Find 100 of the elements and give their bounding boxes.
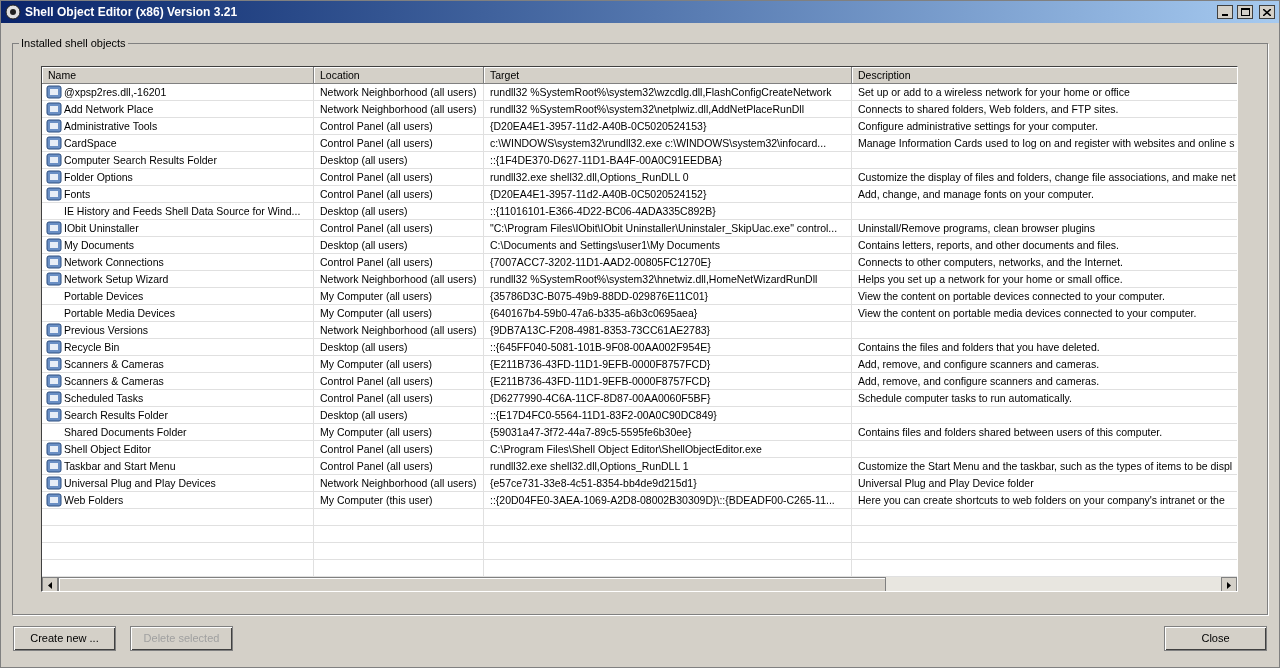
scroll-left-button[interactable] xyxy=(42,577,58,591)
program-icon xyxy=(46,271,62,287)
table-cell[interactable]: Recycle Bin xyxy=(64,339,120,355)
table-cell[interactable]: Portable Devices xyxy=(64,288,144,304)
table-cell-text: {9DB7A13C-F208-4981-8353-73CC61AE2783} xyxy=(490,323,711,338)
group-label: Installed shell objects xyxy=(19,36,128,50)
table-cell-text: Contains files and folders shared between users of this computer. xyxy=(858,425,1163,440)
table-cell[interactable]: Network Connections xyxy=(64,254,164,270)
table-cell-text: {7007ACC7-3202-11D1-AAD2-00805FC1270E} xyxy=(490,255,712,270)
table-cell-text: My Computer (this user) xyxy=(320,493,433,508)
table-cell[interactable]: Previous Versions xyxy=(64,322,149,338)
program-icon xyxy=(46,458,62,474)
column-header[interactable]: Target xyxy=(484,67,852,84)
window-title: Shell Object Editor (x86) Version 3.21 xyxy=(25,4,239,21)
table-cell[interactable]: Shared Documents Folder xyxy=(64,424,187,440)
table-cell-text: ::{20D04FE0-3AEA-1069-A2D8-08002B30309D}\::{BDEADF00-C265-11... xyxy=(490,493,835,508)
table-cell-text: Desktop (all users) xyxy=(320,153,408,168)
table-cell-text: Helps you set up a network for your home or small office. xyxy=(858,272,1123,287)
table-cell-text: Uninstall/Remove programs, clean browser plugins xyxy=(858,221,1095,236)
table-cell[interactable]: Search Results Folder xyxy=(64,407,168,423)
dialog-button[interactable]: Close xyxy=(1164,626,1267,651)
table-cell[interactable]: Scanners & Cameras xyxy=(64,373,164,389)
table-cell[interactable]: Add Network Place xyxy=(64,101,154,117)
table-cell-text: {E211B736-43FD-11D1-9EFB-0000F8757FCD} xyxy=(490,374,711,389)
table-cell[interactable]: Universal Plug and Play Devices xyxy=(64,475,216,491)
table-cell-text: My Computer (all users) xyxy=(320,357,433,372)
table-cell-text: Desktop (all users) xyxy=(320,340,408,355)
table-cell-text: Control Panel (all users) xyxy=(320,459,433,474)
program-icon xyxy=(46,339,62,355)
table-cell-text: Control Panel (all users) xyxy=(320,391,433,406)
dialog-button[interactable]: Create new ... xyxy=(13,626,116,651)
program-icon xyxy=(46,475,62,491)
table-cell-text: Network Neighborhood (all users) xyxy=(320,102,477,117)
table-cell-text: View the content on portable media devices connected to your computer. xyxy=(858,306,1197,321)
program-icon xyxy=(46,254,62,270)
scroll-thumb[interactable] xyxy=(58,577,886,591)
table-cell-text: Desktop (all users) xyxy=(320,204,408,219)
program-icon xyxy=(46,407,62,423)
close-icon xyxy=(1263,8,1271,16)
table-cell-text: ::{645FF040-5081-101B-9F08-00AA002F954E} xyxy=(490,340,711,355)
table-cell[interactable]: IObit Uninstaller xyxy=(64,220,139,236)
table-cell[interactable]: Scanners & Cameras xyxy=(64,356,164,372)
table-cell[interactable]: Portable Media Devices xyxy=(64,305,175,321)
table-cell-text: ::{11016101-E366-4D22-BC06-4ADA335C892B} xyxy=(490,204,716,219)
table-cell-text: Network Neighborhood (all users) xyxy=(320,323,477,338)
table-cell-text: Desktop (all users) xyxy=(320,408,408,423)
program-icon xyxy=(46,322,62,338)
table-cell-text: My Computer (all users) xyxy=(320,289,433,304)
table-cell[interactable]: Network Setup Wizard xyxy=(64,271,169,287)
table-cell-text: Configure administrative settings for your computer. xyxy=(858,119,1098,134)
table-cell-text: Universal Plug and Play Device folder xyxy=(858,476,1034,491)
table-cell-text: Schedule computer tasks to run automatically. xyxy=(858,391,1072,406)
table-cell[interactable]: Computer Search Results Folder xyxy=(64,152,217,168)
right-arrow-icon xyxy=(1227,582,1231,589)
table-cell-text: View the content on portable devices connected to your computer. xyxy=(858,289,1165,304)
column-header[interactable]: Location xyxy=(314,67,484,84)
scroll-right-button[interactable] xyxy=(1221,577,1237,591)
table-cell-text: {640167b4-59b0-47a6-b335-a6b3c0695aea} xyxy=(490,306,698,321)
left-arrow-icon xyxy=(48,582,52,589)
column-header[interactable]: Description xyxy=(852,67,1237,84)
table-cell[interactable]: Web Folders xyxy=(64,492,124,508)
table-cell-text: Control Panel (all users) xyxy=(320,119,433,134)
minimize-button[interactable] xyxy=(1217,5,1233,19)
table-cell[interactable]: Folder Options xyxy=(64,169,133,185)
table-cell-text: Control Panel (all users) xyxy=(320,221,433,236)
column-header[interactable]: Name xyxy=(42,67,314,84)
table-cell[interactable]: Scheduled Tasks xyxy=(64,390,144,406)
close-window-button[interactable] xyxy=(1259,5,1275,19)
table-cell[interactable]: My Documents xyxy=(64,237,135,253)
program-icon xyxy=(46,237,62,253)
program-icon xyxy=(46,135,62,151)
table-cell-text: Control Panel (all users) xyxy=(320,170,433,185)
table-cell-text: Customize the Start Menu and the taskbar, such as the types of items to be displ xyxy=(858,459,1233,474)
table-cell[interactable]: @xpsp2res.dll,-16201 xyxy=(64,84,167,100)
table-cell[interactable]: IE History and Feeds Shell Data Source for Wind... xyxy=(64,203,301,219)
table-cell-text: {35786D3C-B075-49b9-88DD-029876E11C01} xyxy=(490,289,709,304)
table-cell-text: Control Panel (all users) xyxy=(320,255,433,270)
program-icon xyxy=(46,118,62,134)
table-cell-text: Control Panel (all users) xyxy=(320,374,433,389)
table-cell[interactable]: Shell Object Editor xyxy=(64,441,151,457)
table-cell-text: Contains the files and folders that you have deleted. xyxy=(858,340,1100,355)
maximize-button[interactable] xyxy=(1237,5,1253,19)
program-icon xyxy=(46,101,62,117)
table-cell-text: rundll32.exe shell32.dll,Options_RunDLL 0 xyxy=(490,170,689,185)
horizontal-scrollbar[interactable] xyxy=(42,577,1237,591)
program-icon xyxy=(46,152,62,168)
table-cell[interactable]: Fonts xyxy=(64,186,91,202)
table-cell-text: Network Neighborhood (all users) xyxy=(320,476,477,491)
table-cell-text: Desktop (all users) xyxy=(320,238,408,253)
table-cell-text: Control Panel (all users) xyxy=(320,136,433,151)
table-cell[interactable]: CardSpace xyxy=(64,135,117,151)
table-cell-text: C:\Documents and Settings\user1\My Documents xyxy=(490,238,720,253)
table-cell-text: ::{E17D4FC0-5564-11D1-83F2-00A0C90DC849} xyxy=(490,408,717,423)
table-cell[interactable]: Taskbar and Start Menu xyxy=(64,458,176,474)
table-cell-text: "C:\Program Files\IObit\IObit Uninstaller\Uninstaler_SkipUac.exe" control... xyxy=(490,221,838,236)
table-cell-text: rundll32 %SystemRoot%\system32\netplwiz.dll,AddNetPlaceRunDll xyxy=(490,102,804,117)
table-cell-text: Control Panel (all users) xyxy=(320,442,433,457)
program-icon xyxy=(46,220,62,236)
table-cell[interactable]: Administrative Tools xyxy=(64,118,158,134)
table-cell-text: Network Neighborhood (all users) xyxy=(320,272,477,287)
